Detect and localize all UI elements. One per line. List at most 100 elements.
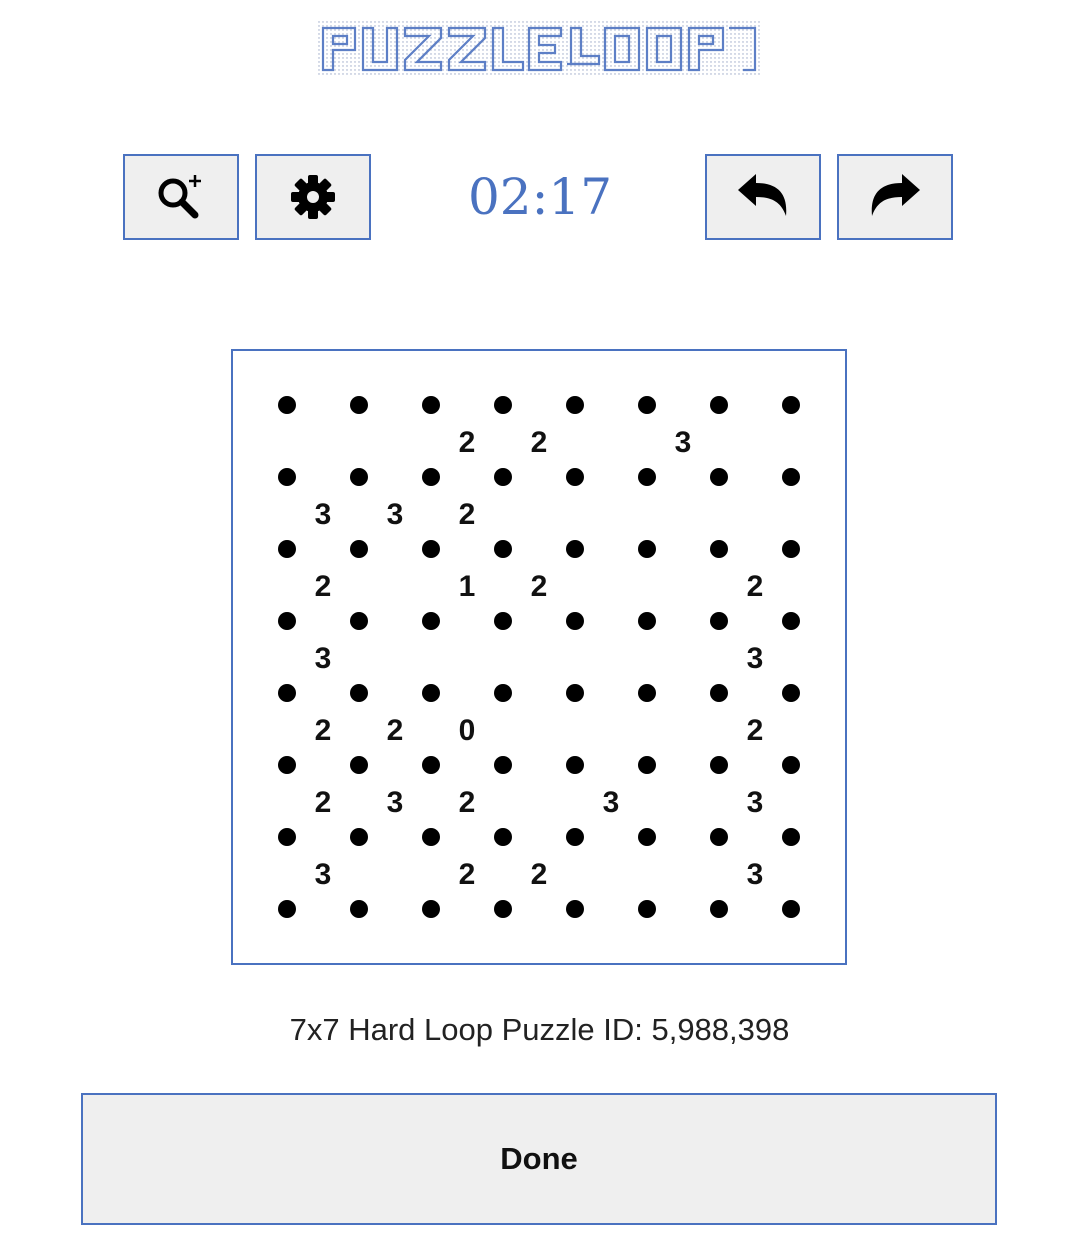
grid-dot xyxy=(494,828,512,846)
grid-dot xyxy=(350,396,368,414)
puzzle-board[interactable]: 2 2 3 3 3 2 2 1 2 2 3 3 2 2 0 2 2 3 2 3 3 3 2 2 3 xyxy=(231,349,847,965)
grid-dot xyxy=(710,468,728,486)
puzzle-id-label: 7x7 Hard Loop Puzzle ID: 5,988,398 xyxy=(289,1012,790,1047)
clue-cell[interactable]: 2 xyxy=(747,570,764,603)
grid-dot xyxy=(566,684,584,702)
grid-dot xyxy=(566,540,584,558)
grid-dot xyxy=(566,900,584,918)
grid-dot xyxy=(566,612,584,630)
redo-button[interactable] xyxy=(837,154,953,240)
grid-dot xyxy=(638,540,656,558)
clue-cell[interactable]: 2 xyxy=(459,426,476,459)
grid-dot xyxy=(422,828,440,846)
clue-cell[interactable]: 3 xyxy=(603,786,620,819)
grid-dot xyxy=(422,612,440,630)
grid-dot xyxy=(278,756,296,774)
puzzle-grid[interactable]: 2 2 3 3 3 2 2 1 2 2 3 3 2 2 0 2 2 3 2 3 3 3 2 2 3 xyxy=(233,351,845,963)
settings-button[interactable] xyxy=(255,154,371,240)
grid-dot xyxy=(278,468,296,486)
clue-cell[interactable]: 2 xyxy=(459,858,476,891)
grid-dot xyxy=(350,468,368,486)
grid-dot xyxy=(494,396,512,414)
grid-dot xyxy=(422,396,440,414)
clue-cell[interactable]: 3 xyxy=(315,498,332,531)
grid-dot xyxy=(638,396,656,414)
clue-cell[interactable]: 3 xyxy=(747,858,764,891)
grid-dot xyxy=(494,540,512,558)
grid-dot xyxy=(710,828,728,846)
grid-dot xyxy=(710,540,728,558)
clue-cell[interactable]: 2 xyxy=(315,786,332,819)
clue-cell[interactable]: 2 xyxy=(315,714,332,747)
grid-dot xyxy=(422,468,440,486)
grid-dot xyxy=(350,828,368,846)
clue-cell[interactable]: 3 xyxy=(315,642,332,675)
clue-cell[interactable]: 3 xyxy=(315,858,332,891)
clue-cell[interactable]: 3 xyxy=(387,498,404,531)
clue-cell[interactable]: 2 xyxy=(315,570,332,603)
clue-cell[interactable]: 3 xyxy=(675,426,692,459)
grid-dot xyxy=(782,540,800,558)
grid-dot xyxy=(278,684,296,702)
grid-dot xyxy=(566,828,584,846)
grid-dot xyxy=(782,828,800,846)
grid-dot xyxy=(422,540,440,558)
grid-dot xyxy=(278,828,296,846)
clue-cell[interactable]: 3 xyxy=(387,786,404,819)
grid-dot xyxy=(350,612,368,630)
grid-dot xyxy=(422,756,440,774)
undo-button[interactable] xyxy=(705,154,821,240)
grid-dot xyxy=(710,396,728,414)
clue-cell[interactable]: 2 xyxy=(531,570,548,603)
grid-dot xyxy=(782,900,800,918)
grid-dot xyxy=(494,756,512,774)
clue-cell[interactable]: 3 xyxy=(747,642,764,675)
grid-dot xyxy=(710,756,728,774)
grid-dot xyxy=(350,756,368,774)
clue-cell[interactable]: 2 xyxy=(531,858,548,891)
grid-dot xyxy=(782,684,800,702)
undo-icon xyxy=(738,174,787,216)
grid-dot xyxy=(710,684,728,702)
clue-cell[interactable]: 2 xyxy=(747,714,764,747)
grid-dot xyxy=(782,756,800,774)
grid-dot xyxy=(710,900,728,918)
clue-cell[interactable]: 2 xyxy=(459,498,476,531)
grid-dot xyxy=(494,468,512,486)
grid-dot xyxy=(638,684,656,702)
grid-dot xyxy=(782,612,800,630)
grid-dot xyxy=(638,828,656,846)
clue-cell[interactable]: 3 xyxy=(747,786,764,819)
clue-cell[interactable]: 2 xyxy=(531,426,548,459)
grid-dot xyxy=(422,684,440,702)
grid-dot xyxy=(638,756,656,774)
grid-dot xyxy=(494,684,512,702)
puzzle-loop-logo xyxy=(317,20,761,78)
grid-dot xyxy=(638,468,656,486)
grid-dot xyxy=(350,540,368,558)
grid-dot xyxy=(278,612,296,630)
grid-dot xyxy=(350,900,368,918)
grid-dot xyxy=(494,612,512,630)
grid-dot xyxy=(782,396,800,414)
grid-dot xyxy=(278,540,296,558)
grid-dot xyxy=(278,900,296,918)
grid-dot xyxy=(422,900,440,918)
done-button[interactable]: Done xyxy=(81,1093,997,1225)
clue-cell[interactable]: 1 xyxy=(459,570,476,603)
elapsed-timer: 02:17 xyxy=(467,168,613,226)
redo-icon xyxy=(871,174,920,216)
grid-dot xyxy=(566,468,584,486)
grid-dot xyxy=(350,684,368,702)
zoom-in-button[interactable] xyxy=(123,154,239,240)
grid-dot xyxy=(782,468,800,486)
grid-dot xyxy=(638,900,656,918)
grid-dot xyxy=(494,900,512,918)
logo-mark xyxy=(318,21,760,77)
clue-cell[interactable]: 2 xyxy=(387,714,404,747)
grid-dot xyxy=(566,396,584,414)
clue-cell[interactable]: 2 xyxy=(459,786,476,819)
grid-dot xyxy=(278,396,296,414)
clue-cell[interactable]: 0 xyxy=(459,714,476,747)
grid-dot xyxy=(566,756,584,774)
